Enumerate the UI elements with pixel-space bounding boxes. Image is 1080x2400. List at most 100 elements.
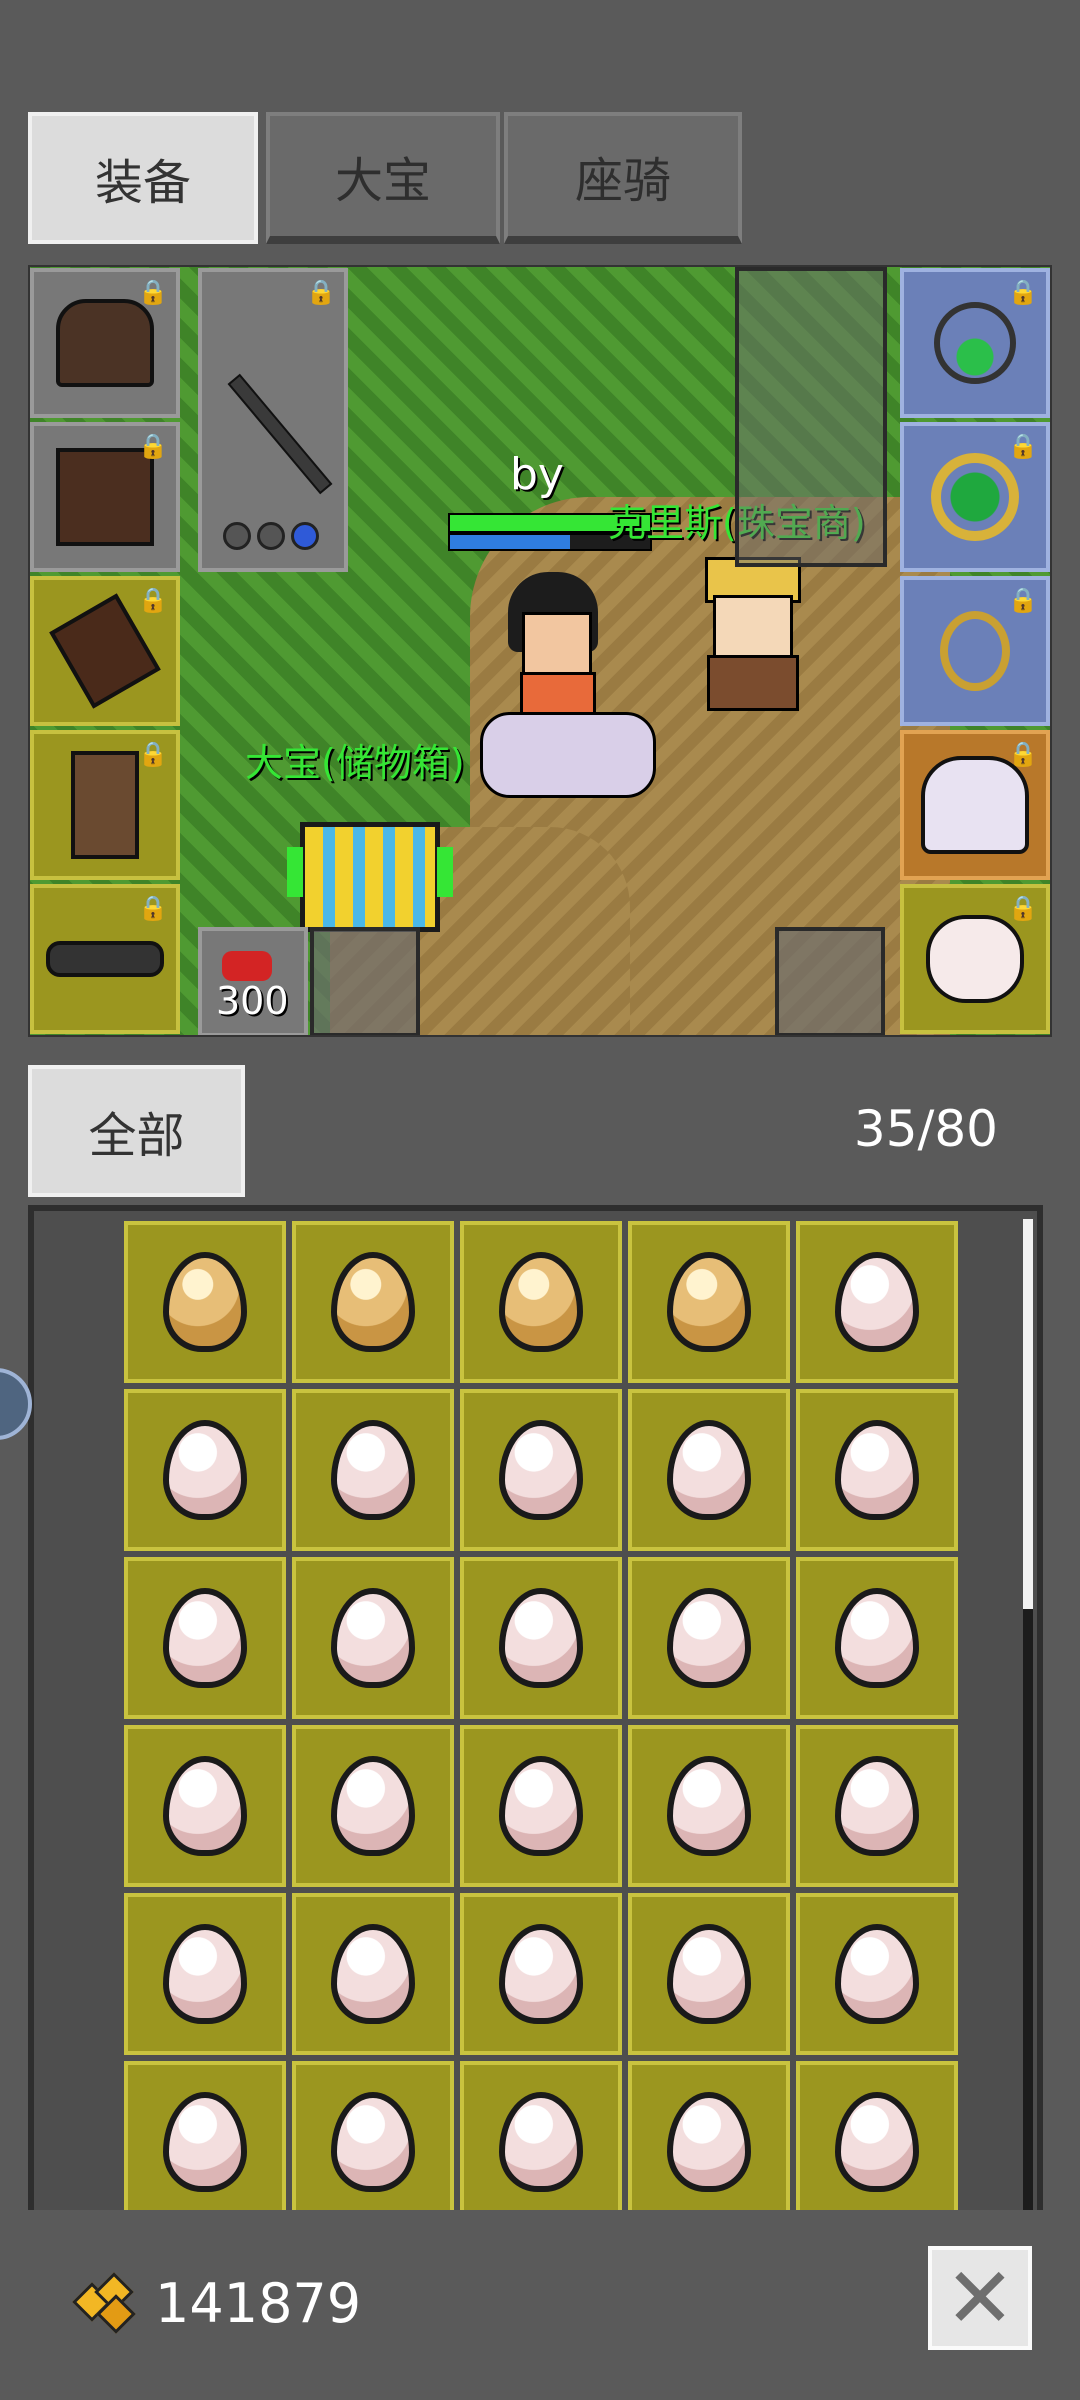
inventory-slot[interactable]: [628, 2061, 790, 2210]
inventory-slot[interactable]: [628, 1557, 790, 1719]
pink-egg-icon: [331, 1420, 415, 1520]
gold-egg-icon: [331, 1252, 415, 1352]
pink-egg-icon: [331, 1756, 415, 1856]
inventory-slot[interactable]: [124, 1725, 286, 1887]
pink-egg-icon: [163, 1588, 247, 1688]
lock-icon: 🔒: [138, 586, 168, 614]
pink-egg-icon: [835, 1588, 919, 1688]
npc-jeweler[interactable]: [695, 557, 805, 711]
lock-icon: 🔒: [1008, 740, 1038, 768]
inventory-slot[interactable]: [292, 1557, 454, 1719]
pink-egg-icon: [835, 1420, 919, 1520]
inventory-slot[interactable]: [460, 1893, 622, 2055]
inventory-slot[interactable]: [628, 1389, 790, 1551]
lock-icon: 🔒: [1008, 894, 1038, 922]
pink-egg-icon: [499, 1588, 583, 1688]
lock-icon: 🔒: [138, 894, 168, 922]
inventory-grid: [124, 1221, 974, 2210]
tab-dabao-label: 大宝: [334, 153, 431, 209]
gold-ring-icon: [940, 611, 1010, 691]
pink-egg-icon: [667, 1420, 751, 1520]
emerald-ring-icon: [931, 453, 1019, 541]
inventory-slot[interactable]: [796, 1725, 958, 1887]
pink-egg-icon: [835, 2092, 919, 2192]
player-name: by: [510, 449, 564, 500]
inventory-slot[interactable]: [628, 1725, 790, 1887]
unicorn-icon: [921, 756, 1029, 854]
filter-all-button[interactable]: 全部: [28, 1065, 245, 1197]
pink-egg-icon: [667, 1756, 751, 1856]
inventory-slot[interactable]: [292, 2061, 454, 2210]
inventory-slot[interactable]: [796, 1893, 958, 2055]
inventory-slot[interactable]: [460, 1221, 622, 1383]
pink-egg-icon: [331, 2092, 415, 2192]
inventory-slot[interactable]: [292, 1221, 454, 1383]
inventory-slot[interactable]: [124, 1389, 286, 1551]
mace-icon: [227, 373, 333, 495]
inventory-slot[interactable]: [796, 1557, 958, 1719]
close-button[interactable]: ✕: [928, 2246, 1032, 2350]
boots-icon: [71, 751, 139, 859]
gold-egg-icon: [499, 1252, 583, 1352]
skill-slot[interactable]: [310, 927, 420, 1035]
rabbit-icon: [926, 915, 1024, 1003]
armor-icon: [56, 448, 154, 546]
inventory-slot[interactable]: [292, 1389, 454, 1551]
scrollbar-thumb[interactable]: [1023, 1219, 1033, 1609]
inventory-slot[interactable]: [460, 1725, 622, 1887]
pink-egg-icon: [499, 1756, 583, 1856]
equip-slot-mount[interactable]: 🔒: [900, 730, 1050, 880]
inventory-slot[interactable]: [796, 2061, 958, 2210]
gem-icon: [223, 522, 251, 550]
storage-chest[interactable]: [287, 822, 453, 932]
inventory-slot[interactable]: [124, 1221, 286, 1383]
equip-slot-pet[interactable]: 🔒: [900, 884, 1050, 1034]
equip-slot-helmet[interactable]: 🔒: [30, 268, 180, 418]
equip-slot-belt[interactable]: 🔒: [30, 884, 180, 1034]
inventory-slot[interactable]: [796, 1389, 958, 1551]
gold-egg-icon: [667, 1252, 751, 1352]
pink-egg-icon: [331, 1588, 415, 1688]
inventory-slot[interactable]: [628, 1893, 790, 2055]
gem-icon: [257, 522, 285, 550]
action-slot[interactable]: [775, 927, 885, 1035]
equip-slot-ring-2[interactable]: 🔒: [900, 576, 1050, 726]
inventory-slot[interactable]: [124, 2061, 286, 2210]
inventory-slot[interactable]: [628, 1221, 790, 1383]
lock-icon: 🔒: [1008, 278, 1038, 306]
scrollbar[interactable]: [1023, 1219, 1033, 2210]
gem-icon: [291, 522, 319, 550]
pink-egg-icon: [163, 1924, 247, 2024]
pink-egg-icon: [163, 2092, 247, 2192]
equip-slot-boots[interactable]: 🔒: [30, 730, 180, 880]
pink-egg-icon: [835, 1756, 919, 1856]
inventory-slot[interactable]: [460, 1557, 622, 1719]
equip-slot-necklace[interactable]: 🔒: [900, 268, 1050, 418]
equip-slot-weapon[interactable]: 🔒: [198, 268, 348, 572]
equip-slot-armor[interactable]: 🔒: [30, 422, 180, 572]
inventory-slot[interactable]: [124, 1893, 286, 2055]
lock-icon: 🔒: [1008, 432, 1038, 460]
inventory-slot[interactable]: [292, 1893, 454, 2055]
pink-egg-icon: [667, 1924, 751, 2024]
inventory-panel[interactable]: [28, 1205, 1043, 2210]
lock-icon: 🔒: [1008, 586, 1038, 614]
potion-slot[interactable]: 300: [198, 927, 308, 1035]
inventory-slot[interactable]: [460, 1389, 622, 1551]
inventory-slot[interactable]: [796, 1221, 958, 1383]
lock-icon: 🔒: [306, 278, 336, 306]
equip-slot-gloves[interactable]: 🔒: [30, 576, 180, 726]
inventory-slot[interactable]: [292, 1725, 454, 1887]
inventory-slot[interactable]: [460, 2061, 622, 2210]
pink-egg-icon: [163, 1420, 247, 1520]
empty-scene-slot[interactable]: [735, 267, 887, 567]
player-character[interactable]: [460, 572, 656, 812]
equip-slot-ring-1[interactable]: 🔒: [900, 422, 1050, 572]
potion-icon: [222, 951, 272, 981]
tab-mount[interactable]: 座骑: [504, 112, 742, 244]
tab-equipment[interactable]: 装备: [28, 112, 258, 244]
inventory-slot[interactable]: [124, 1557, 286, 1719]
tab-dabao[interactable]: 大宝: [266, 112, 500, 244]
lock-icon: 🔒: [138, 740, 168, 768]
filter-all-label: 全部: [88, 1108, 185, 1164]
